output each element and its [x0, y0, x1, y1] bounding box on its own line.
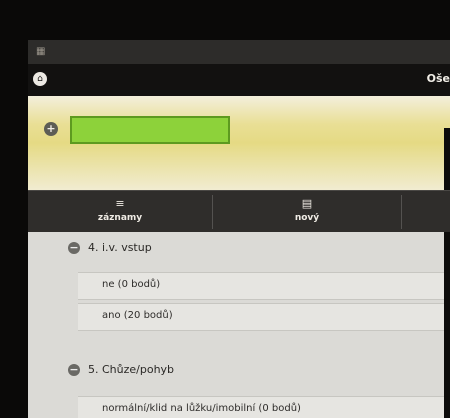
- option-label: normální/klid na lůžku/imobilní (0 bodů): [102, 403, 301, 414]
- list-icon: ≡: [115, 197, 125, 210]
- system-titlebar: ▦: [28, 40, 450, 64]
- app-screen: ▦ ⌂ Oše + ≡ záznamy ▤ nový − 4. i.v. vst…: [28, 40, 450, 418]
- nav-title: Oše: [426, 72, 450, 85]
- section-iv-access[interactable]: − 4. i.v. vstup: [28, 238, 444, 260]
- section-title: 5. Chůze/pohyb: [88, 363, 175, 376]
- option-row[interactable]: ne (0 bodů): [78, 272, 444, 300]
- document-icon: ▤: [301, 197, 313, 210]
- option-row[interactable]: ano (20 bodů): [78, 303, 444, 331]
- section-walking[interactable]: − 5. Chůze/pohyb: [28, 360, 444, 382]
- records-button[interactable]: ≡ záznamy: [28, 191, 212, 233]
- assessment-form: − 4. i.v. vstup ne (0 bodů) ano (20 bodů…: [28, 232, 444, 418]
- option-label: ano (20 bodů): [102, 310, 173, 321]
- collapse-icon[interactable]: −: [68, 364, 80, 376]
- patient-name-field[interactable]: [70, 116, 230, 144]
- new-record-button[interactable]: ▤ nový: [213, 191, 401, 233]
- collapse-icon[interactable]: −: [68, 242, 80, 254]
- home-icon[interactable]: ⌂: [33, 72, 47, 86]
- app-grid-icon: ▦: [36, 46, 46, 57]
- section-title: 4. i.v. vstup: [88, 241, 152, 254]
- plus-icon[interactable]: +: [44, 122, 58, 136]
- patient-header: +: [28, 96, 450, 190]
- option-row[interactable]: normální/klid na lůžku/imobilní (0 bodů): [78, 396, 444, 418]
- navigation-bar: ⌂ Oše: [28, 64, 450, 96]
- option-label: ne (0 bodů): [102, 279, 161, 290]
- toolbar-divider: [401, 195, 402, 229]
- new-record-label: nový: [294, 213, 320, 223]
- right-edge: [444, 232, 450, 418]
- action-toolbar: ≡ záznamy ▤ nový: [28, 190, 450, 233]
- records-label: záznamy: [97, 213, 143, 223]
- right-panel-edge: [444, 128, 450, 190]
